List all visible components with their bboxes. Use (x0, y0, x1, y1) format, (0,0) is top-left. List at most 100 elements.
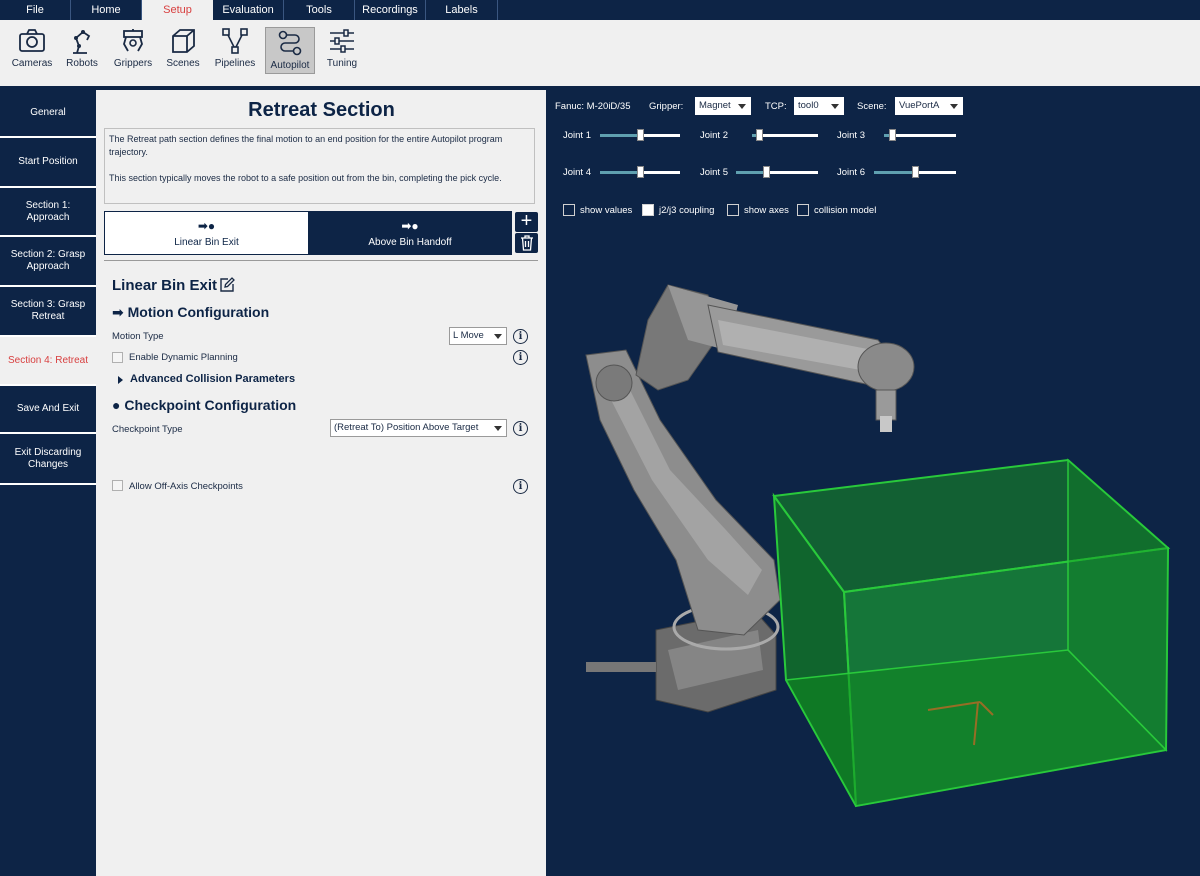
add-segment-button[interactable]: + (515, 210, 538, 232)
joint-6-label: Joint 6 (837, 167, 865, 178)
slider-handle[interactable] (912, 166, 919, 178)
joint-2-label: Joint 2 (700, 130, 728, 141)
plus-icon: + (520, 210, 533, 232)
scene-value: VuePortA (899, 100, 940, 111)
motion-type-label: Motion Type (112, 331, 164, 342)
nav-save-and-exit[interactable]: Save And Exit (0, 386, 96, 434)
collision-model-checkbox[interactable] (797, 204, 809, 216)
nav-section-4-retreat[interactable]: Section 4: Retreat (0, 337, 96, 386)
scenes-label: Scenes (166, 58, 200, 69)
nav-section-2-grasp-approach[interactable]: Section 2: Grasp Approach (0, 237, 96, 287)
segment-arrow-dot-icon: ➡● (401, 219, 419, 233)
pipeline-icon (222, 28, 248, 54)
robot-3d-viewport[interactable]: Fanuc: M-20iD/35 Gripper: Magnet TCP: to… (548, 90, 1200, 876)
motion-type-value: L Move (453, 330, 484, 341)
off-axis-info-icon[interactable]: i (513, 479, 528, 494)
motion-type-info-icon[interactable]: i (513, 329, 528, 344)
slider-handle[interactable] (637, 129, 644, 141)
off-axis-label: Allow Off-Axis Checkpoints (129, 481, 243, 492)
j2-j3-coupling-checkbox[interactable] (642, 204, 654, 216)
nav-start-position[interactable]: Start Position (0, 138, 96, 188)
scene-label: Scene: (857, 101, 887, 112)
tcp-select[interactable]: tool0 (794, 97, 844, 115)
show-axes-label: show axes (744, 205, 789, 216)
tab-recordings[interactable]: Recordings (355, 0, 426, 20)
chevron-down-icon (494, 334, 502, 339)
joint-4-slider[interactable] (600, 165, 680, 179)
tab-setup[interactable]: Setup (142, 0, 213, 20)
show-values-checkbox[interactable] (563, 204, 575, 216)
grippers-button[interactable]: Grippers (110, 26, 156, 74)
autopilot-icon (278, 30, 302, 56)
camera-icon (19, 29, 45, 52)
slider-handle[interactable] (637, 166, 644, 178)
tuning-button[interactable]: Tuning (322, 26, 362, 74)
pipelines-label: Pipelines (214, 58, 256, 69)
checkpoint-type-value: (Retreat To) Position Above Target (334, 422, 479, 433)
checkpoint-type-info-icon[interactable]: i (513, 421, 528, 436)
tcp-value: tool0 (798, 100, 819, 111)
nav-general[interactable]: General (0, 90, 96, 138)
gripper-value: Magnet (699, 100, 731, 111)
app-window: File Home Setup Evaluation Tools Recordi… (0, 0, 1200, 876)
robot-model-label: Fanuc: M-20iD/35 (555, 101, 631, 112)
cameras-label: Cameras (11, 58, 53, 69)
delete-segment-button[interactable] (515, 233, 538, 253)
scene-select[interactable]: VuePortA (895, 97, 963, 115)
joint-5-label: Joint 5 (700, 167, 728, 178)
chevron-down-icon (494, 426, 502, 431)
expand-arrow-icon[interactable] (118, 376, 123, 384)
segment-tab-linear-bin-exit[interactable]: ➡● Linear Bin Exit (105, 212, 308, 254)
j2-j3-coupling-label: j2/j3 coupling (659, 205, 715, 216)
advanced-collision-toggle[interactable]: Advanced Collision Parameters (130, 373, 295, 385)
joint-5-slider[interactable] (736, 165, 818, 179)
segment-arrow-dot-icon: ➡● (197, 219, 216, 233)
scenes-button[interactable]: Scenes (163, 26, 203, 74)
chevron-down-icon (831, 104, 839, 109)
segment-name: Linear Bin Exit (112, 277, 218, 294)
tab-tools[interactable]: Tools (284, 0, 355, 20)
autopilot-label: Autopilot (270, 60, 310, 71)
nav-section-1-approach[interactable]: Section 1: Approach (0, 188, 96, 237)
divider (104, 260, 538, 261)
segment-label: Linear Bin Exit (174, 237, 239, 248)
tab-file[interactable]: File (0, 0, 71, 20)
gripper-label: Gripper: (649, 101, 684, 112)
tab-evaluation[interactable]: Evaluation (213, 0, 284, 20)
gripper-select[interactable]: Magnet (695, 97, 751, 115)
nav-section-3-grasp-retreat[interactable]: Section 3: Grasp Retreat (0, 287, 96, 337)
motion-type-select[interactable]: L Move (449, 327, 507, 345)
cube-icon (172, 29, 195, 53)
off-axis-checkbox[interactable] (112, 480, 123, 491)
edit-icon[interactable] (219, 277, 235, 293)
sliders-icon (330, 29, 354, 53)
page-title: Retreat Section (248, 99, 395, 121)
dynamic-planning-checkbox[interactable] (112, 352, 123, 363)
checkpoint-type-select[interactable]: (Retreat To) Position Above Target (330, 419, 507, 437)
show-axes-checkbox[interactable] (727, 204, 739, 216)
description-paragraph-1: The Retreat path section defines the fin… (109, 134, 503, 157)
joint-3-slider[interactable] (884, 128, 956, 142)
joint-6-slider[interactable] (874, 165, 956, 179)
robot-arm-icon (73, 30, 91, 54)
slider-handle[interactable] (763, 166, 770, 178)
tab-home[interactable]: Home (71, 0, 142, 20)
tuning-label: Tuning (326, 58, 358, 69)
joint-2-slider[interactable] (752, 128, 818, 142)
segment-tab-above-bin-handoff[interactable]: ➡● Above Bin Handoff (308, 212, 512, 254)
tab-labels[interactable]: Labels (426, 0, 498, 20)
description-paragraph-2: This section typically moves the robot t… (109, 173, 502, 183)
robots-label: Robots (66, 58, 98, 69)
cameras-button[interactable]: Cameras (8, 26, 56, 74)
slider-handle[interactable] (756, 129, 763, 141)
gripper-icon (123, 29, 143, 52)
joint-1-slider[interactable] (600, 128, 680, 142)
trash-icon (520, 235, 533, 251)
dynamic-planning-info-icon[interactable]: i (513, 350, 528, 365)
dynamic-planning-label: Enable Dynamic Planning (129, 352, 238, 363)
robots-button[interactable]: Robots (62, 26, 102, 74)
pipelines-button[interactable]: Pipelines (211, 26, 259, 74)
slider-handle[interactable] (889, 129, 896, 141)
nav-exit-discarding[interactable]: Exit Discarding Changes (0, 434, 96, 485)
autopilot-button[interactable]: Autopilot (265, 27, 315, 74)
